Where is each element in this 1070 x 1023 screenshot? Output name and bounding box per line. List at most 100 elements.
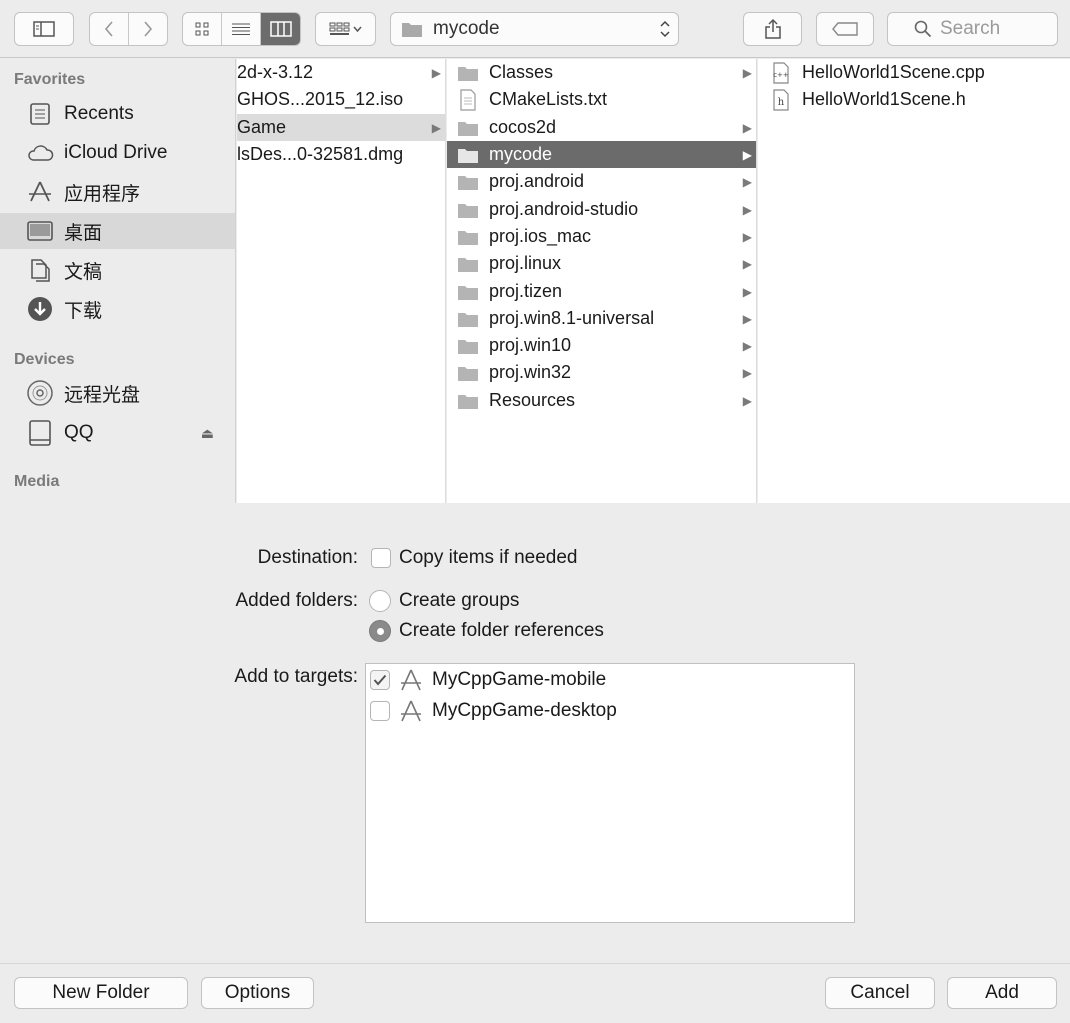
target-row-desktop[interactable]: MyCppGame-desktop xyxy=(370,696,617,726)
sidebar-item-remote-disc[interactable]: 远程光盘 xyxy=(0,375,235,411)
favorites-header: Favorites xyxy=(14,71,86,88)
folder-icon xyxy=(457,282,479,302)
path-popup[interactable]: mycode xyxy=(390,12,679,46)
list-item[interactable]: proj.win10 ▶ xyxy=(447,332,756,359)
svg-text:h: h xyxy=(778,97,785,108)
share-button[interactable] xyxy=(743,12,802,46)
drive-icon xyxy=(26,419,54,447)
item-label: proj.win10 xyxy=(489,335,572,355)
list-item[interactable]: proj.android ▶ xyxy=(447,168,756,195)
tag-button[interactable] xyxy=(816,12,874,46)
chevron-right-icon: ▶ xyxy=(742,65,752,80)
list-item[interactable]: proj.ios_mac ▶ xyxy=(447,223,756,250)
item-label: cocos2d xyxy=(489,117,557,137)
list-item[interactable]: c++ HelloWorld1Scene.cpp xyxy=(758,59,1070,86)
recents-icon xyxy=(26,100,54,128)
arrange-icon xyxy=(329,22,362,35)
sidebar-item-label: QQ xyxy=(64,422,94,443)
list-item[interactable]: Game ▶ xyxy=(237,114,445,141)
item-label: Game xyxy=(237,117,287,137)
list-item[interactable]: proj.win32 ▶ xyxy=(447,359,756,386)
add-button[interactable]: Add xyxy=(947,977,1057,1009)
eject-icon[interactable]: ⏏ xyxy=(201,425,214,442)
item-label: 2d-x-3.12 xyxy=(237,62,314,82)
create-groups-radio[interactable] xyxy=(369,590,391,612)
sidebar-item-label: 应用程序 xyxy=(64,183,141,205)
create-folder-references-radio[interactable] xyxy=(369,620,391,642)
cpp-file-icon: c++ xyxy=(770,61,792,84)
list-item[interactable]: Resources ▶ xyxy=(447,387,756,414)
create-folder-references-label[interactable]: Create folder references xyxy=(399,620,604,642)
folder-icon xyxy=(457,336,479,356)
new-folder-button[interactable]: New Folder xyxy=(14,977,188,1009)
options-button[interactable]: Options xyxy=(201,977,314,1009)
sidebar-item-documents[interactable]: 文稿 xyxy=(0,252,235,288)
item-label: mycode xyxy=(489,144,553,164)
applications-icon xyxy=(26,178,54,206)
list-item[interactable]: CMakeLists.txt xyxy=(447,86,756,113)
up-down-chevron-icon xyxy=(652,19,678,39)
folder-icon xyxy=(457,200,479,220)
chevron-right-icon: ▶ xyxy=(742,311,752,326)
folder-icon xyxy=(457,254,479,274)
back-button[interactable] xyxy=(90,13,129,45)
cancel-button[interactable]: Cancel xyxy=(825,977,935,1009)
search-field[interactable]: Search xyxy=(887,12,1058,46)
item-label: proj.win8.1-universal xyxy=(489,308,655,328)
create-groups-label[interactable]: Create groups xyxy=(399,590,519,612)
list-item[interactable]: h HelloWorld1Scene.h xyxy=(758,86,1070,113)
list-icon xyxy=(232,23,250,35)
item-label: proj.tizen xyxy=(489,281,563,301)
copy-items-checkbox[interactable] xyxy=(371,548,391,568)
list-item[interactable]: 2d-x-3.12 ▶ xyxy=(237,59,445,86)
list-item[interactable]: GHOS...2015_12.iso xyxy=(237,86,445,113)
sidebar-item-label: 远程光盘 xyxy=(64,384,141,406)
item-label: proj.android xyxy=(489,171,585,191)
arrange-menu-button[interactable] xyxy=(315,12,376,46)
folder-icon xyxy=(457,63,479,83)
list-item[interactable]: proj.linux ▶ xyxy=(447,250,756,277)
destination-label: Destination: xyxy=(257,547,358,568)
sidebar-item-downloads[interactable]: 下载 xyxy=(0,291,235,327)
folder-icon xyxy=(457,363,479,383)
item-label: proj.ios_mac xyxy=(489,226,592,246)
list-view-button[interactable] xyxy=(222,13,261,45)
item-label: GHOS...2015_12.iso xyxy=(237,89,404,109)
sidebar-item-recents[interactable]: Recents xyxy=(0,96,235,132)
list-item[interactable]: proj.android-studio ▶ xyxy=(447,196,756,223)
chevron-right-icon: ▶ xyxy=(742,338,752,353)
cloud-icon xyxy=(26,139,54,167)
list-item[interactable]: cocos2d ▶ xyxy=(447,114,756,141)
list-item[interactable]: proj.win8.1-universal ▶ xyxy=(447,305,756,332)
app-target-icon xyxy=(398,698,424,724)
item-label: proj.linux xyxy=(489,253,562,273)
document-icon xyxy=(457,88,479,111)
sidebar-item-applications[interactable]: 应用程序 xyxy=(0,174,235,210)
tag-icon xyxy=(832,22,858,36)
chevron-right-icon: ▶ xyxy=(742,284,752,299)
target-label: MyCppGame-desktop xyxy=(432,700,617,721)
back-forward-control xyxy=(89,12,168,46)
folder-icon xyxy=(457,172,479,192)
copy-items-label[interactable]: Copy items if needed xyxy=(399,547,578,569)
target-row-mobile[interactable]: MyCppGame-mobile xyxy=(370,665,606,695)
list-item[interactable]: mycode ▶ xyxy=(447,141,756,168)
sidebar-item-qq[interactable]: QQ ⏏ xyxy=(0,415,235,451)
list-item[interactable]: lsDes...0-32581.dmg xyxy=(237,141,445,168)
sidebar-toggle-button[interactable] xyxy=(14,12,74,46)
view-mode-control xyxy=(182,12,301,46)
sidebar-item-label: 桌面 xyxy=(64,222,103,244)
forward-button[interactable] xyxy=(129,13,168,45)
sidebar-item-label: 下载 xyxy=(64,300,103,322)
sidebar-item-desktop[interactable]: 桌面 xyxy=(0,213,235,249)
sidebar-icon xyxy=(33,21,55,37)
column-view-button[interactable] xyxy=(261,13,300,45)
target-checkbox-desktop[interactable] xyxy=(370,701,390,721)
folder-icon xyxy=(457,391,479,411)
sidebar-item-icloud-drive[interactable]: iCloud Drive xyxy=(0,135,235,171)
list-item[interactable]: Classes ▶ xyxy=(447,59,756,86)
icon-view-button[interactable] xyxy=(183,13,222,45)
folder-icon xyxy=(402,23,422,37)
list-item[interactable]: proj.tizen ▶ xyxy=(447,278,756,305)
target-checkbox-mobile[interactable] xyxy=(370,670,390,690)
